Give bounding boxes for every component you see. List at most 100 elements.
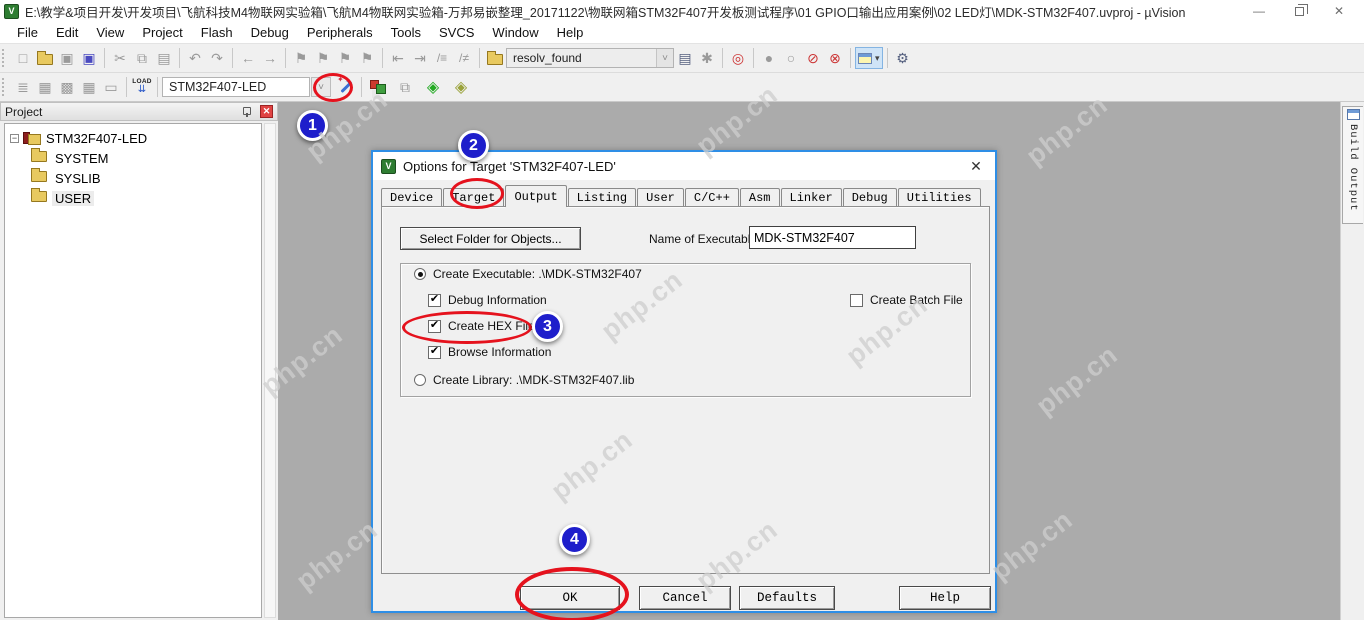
navigate-back-icon[interactable]: ←	[237, 47, 259, 69]
tree-row-target[interactable]: − STM32F407-LED	[7, 128, 259, 148]
pack-installer-icon[interactable]: ◈	[450, 76, 472, 98]
open-file-icon[interactable]	[34, 47, 56, 69]
bookmark-clear-icon[interactable]: ⚑	[356, 47, 378, 69]
target-combobox[interactable]: STM32F407-LED	[162, 77, 310, 97]
pin-icon[interactable]	[242, 106, 252, 117]
configure-tools-icon[interactable]: ⚙	[892, 47, 914, 69]
tab-utilities[interactable]: Utilities	[897, 188, 981, 207]
tree-folder-label[interactable]: SYSLIB	[52, 171, 104, 186]
cancel-button[interactable]: Cancel	[639, 586, 731, 610]
tree-row-system[interactable]: SYSTEM	[7, 148, 259, 168]
menu-file[interactable]: File	[8, 23, 47, 42]
create-executable-radio[interactable]: Create Executable: .\MDK-STM32F407	[414, 267, 642, 281]
checkbox-icon[interactable]: ✔	[428, 293, 441, 307]
annotation-circle-wand	[313, 73, 353, 102]
radio-icon[interactable]	[414, 268, 426, 280]
tab-debug[interactable]: Debug	[842, 188, 897, 207]
select-folder-button[interactable]: Select Folder for Objects...	[400, 227, 581, 250]
tab-listing[interactable]: Listing	[567, 188, 637, 207]
translate-icon[interactable]: ≣	[12, 76, 34, 98]
browse-information-checkbox[interactable]: ✔ Browse Information	[428, 345, 551, 359]
runtime-environment-icon[interactable]: ◈	[422, 76, 444, 98]
create-library-radio[interactable]: Create Library: .\MDK-STM32F407.lib	[414, 373, 634, 387]
radio-icon[interactable]	[414, 374, 426, 386]
executable-name-input[interactable]	[749, 226, 916, 249]
debug-information-checkbox[interactable]: ✔ Debug Information	[428, 293, 547, 307]
download-to-flash-icon[interactable]: LOAD ⇊	[131, 76, 153, 98]
find-combobox[interactable]: resolv_found ˅	[506, 48, 674, 68]
multi-project-icon[interactable]: ⧉	[394, 76, 416, 98]
breakpoint-disable-icon[interactable]: ○	[780, 47, 802, 69]
navigate-forward-icon[interactable]: →	[259, 47, 281, 69]
tree-row-user[interactable]: USER	[7, 188, 259, 208]
batch-build-icon[interactable]: ▦	[78, 76, 100, 98]
undo-icon[interactable]: ↶	[184, 47, 206, 69]
build-output-tab[interactable]: Build Output	[1342, 106, 1363, 224]
tab-linker[interactable]: Linker	[780, 188, 842, 207]
project-tree-scrollbar[interactable]	[264, 123, 276, 618]
window-config-icon[interactable]: ▾	[855, 47, 883, 69]
find-in-files-icon[interactable]: ▤	[674, 47, 696, 69]
menu-window[interactable]: Window	[483, 23, 547, 42]
new-file-icon[interactable]: □	[12, 47, 34, 69]
tree-folder-label[interactable]: USER	[52, 190, 95, 206]
tree-row-syslib[interactable]: SYSLIB	[7, 168, 259, 188]
tab-asm[interactable]: Asm	[739, 188, 780, 207]
breakpoint-kill-all-icon[interactable]: ⊗	[824, 47, 846, 69]
annotation-circle-create-hex	[402, 311, 532, 344]
comment-icon[interactable]: /≡	[431, 47, 453, 69]
window-title: E:\教学&项目开发\开发项目\飞航科技M4物联网实验箱\飞航M4物联网实验箱-…	[25, 5, 1186, 20]
target-combobox-value: STM32F407-LED	[169, 80, 267, 94]
create-batch-checkbox[interactable]: ✔ Create Batch File	[850, 293, 963, 307]
restore-button[interactable]	[1292, 3, 1308, 18]
stop-build-icon[interactable]: ▭	[100, 76, 122, 98]
chevron-down-icon[interactable]: ˅	[656, 49, 673, 67]
bookmark-prev-icon[interactable]: ⚑	[334, 47, 356, 69]
paste-icon[interactable]: ▤	[153, 47, 175, 69]
uncomment-icon[interactable]: /≠	[453, 47, 475, 69]
menu-help[interactable]: Help	[548, 23, 593, 42]
project-panel-close-icon[interactable]: ✕	[260, 105, 273, 118]
book-search-icon[interactable]: ◎	[727, 47, 749, 69]
incremental-find-icon[interactable]: ✱	[696, 47, 718, 69]
save-icon[interactable]: ▣	[56, 47, 78, 69]
dialog-close-icon[interactable]: ✕	[967, 157, 985, 175]
redo-icon[interactable]: ↷	[206, 47, 228, 69]
bookmark-toggle-icon[interactable]: ⚑	[290, 47, 312, 69]
breakpoint-insert-icon[interactable]: ●	[758, 47, 780, 69]
menu-project[interactable]: Project	[133, 23, 191, 42]
close-button[interactable]: ✕	[1332, 4, 1346, 18]
unindent-icon[interactable]: ⇤	[387, 47, 409, 69]
tree-folder-label[interactable]: SYSTEM	[52, 151, 111, 166]
toolbar-main: □ ▣ ▣ ✂ ⧉ ▤ ↶ ↷ ← → ⚑ ⚑ ⚑ ⚑ ⇤ ⇥ /≡ /≠ re…	[0, 44, 1364, 73]
load-arrows-icon: ⇊	[137, 83, 147, 95]
menu-flash[interactable]: Flash	[192, 23, 242, 42]
menu-tools[interactable]: Tools	[382, 23, 430, 42]
minimize-button[interactable]: —	[1252, 4, 1266, 18]
save-all-icon[interactable]: ▣	[78, 47, 100, 69]
indent-icon[interactable]: ⇥	[409, 47, 431, 69]
tab-output[interactable]: Output	[505, 185, 567, 207]
tab-device[interactable]: Device	[381, 188, 443, 207]
breakpoint-disable-all-icon[interactable]: ⊘	[802, 47, 824, 69]
collapse-expander-icon[interactable]: −	[10, 133, 19, 143]
copy-icon[interactable]: ⧉	[131, 47, 153, 69]
checkbox-icon[interactable]: ✔	[428, 345, 441, 359]
help-button[interactable]: Help	[899, 586, 991, 610]
menu-svcs[interactable]: SVCS	[430, 23, 483, 42]
menu-edit[interactable]: Edit	[47, 23, 87, 42]
defaults-button[interactable]: Defaults	[739, 586, 835, 610]
tab-user[interactable]: User	[637, 188, 684, 207]
bookmark-next-icon[interactable]: ⚑	[312, 47, 334, 69]
checkbox-icon[interactable]: ✔	[850, 293, 863, 307]
rebuild-icon[interactable]: ▩	[56, 76, 78, 98]
find-icon[interactable]	[484, 47, 506, 69]
menu-peripherals[interactable]: Peripherals	[298, 23, 382, 42]
menu-view[interactable]: View	[87, 23, 133, 42]
tab-cpp[interactable]: C/C++	[684, 188, 739, 207]
build-icon[interactable]: ▦	[34, 76, 56, 98]
tree-target-label[interactable]: STM32F407-LED	[43, 131, 150, 146]
manage-project-items-icon[interactable]	[366, 76, 388, 98]
menu-debug[interactable]: Debug	[242, 23, 298, 42]
cut-icon[interactable]: ✂	[109, 47, 131, 69]
